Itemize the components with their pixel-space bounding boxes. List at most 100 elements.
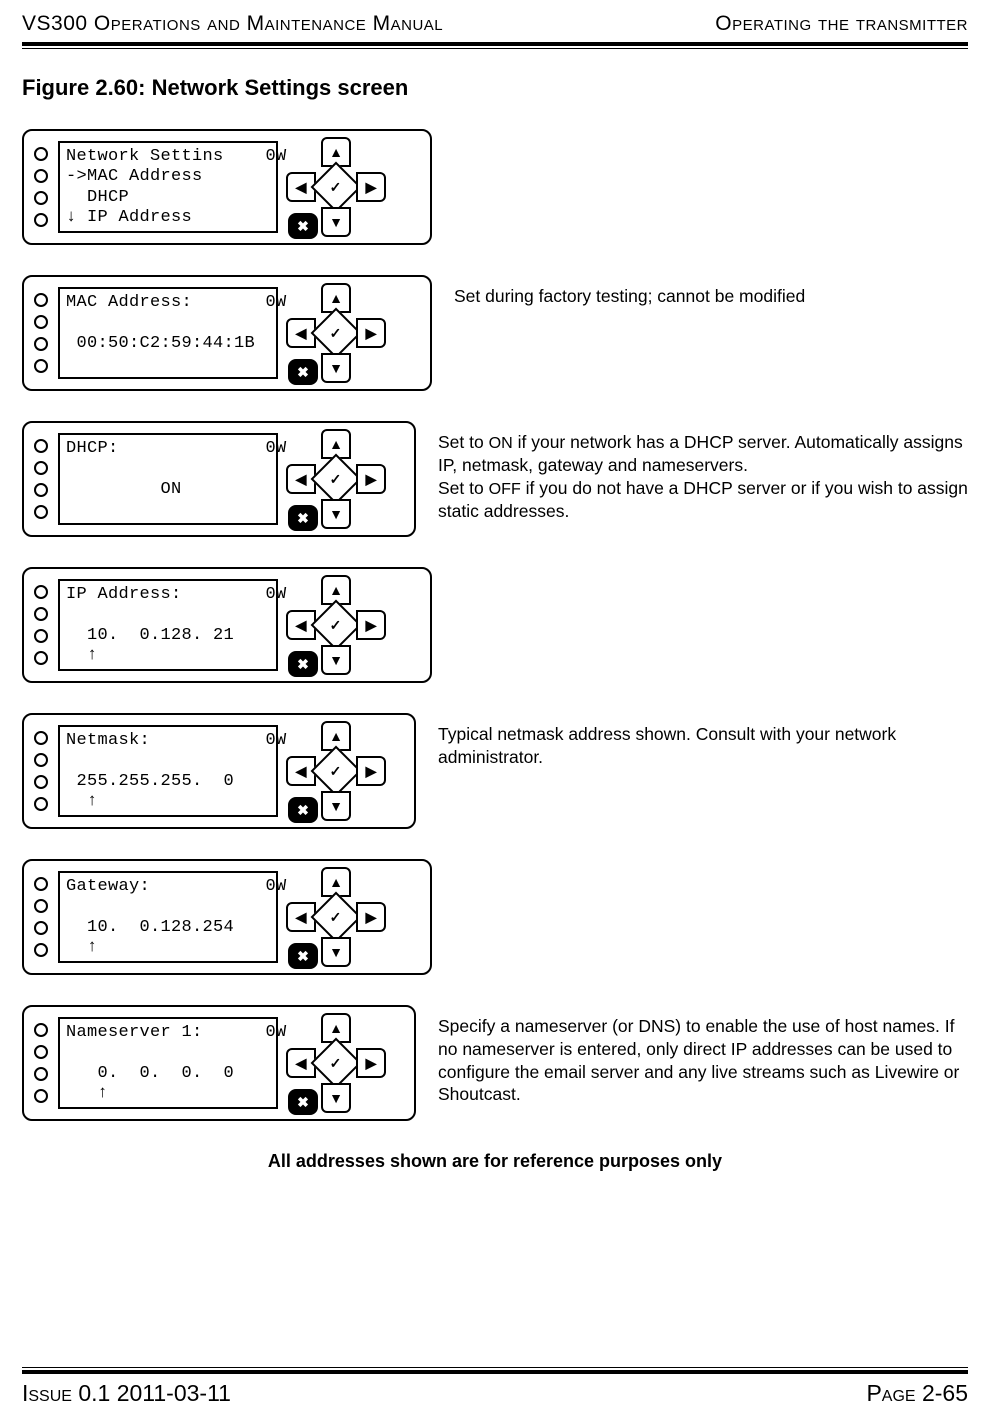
cross-icon xyxy=(297,1094,309,1111)
cross-icon xyxy=(297,364,309,381)
screen-description: Set during factory testing; cannot be mo… xyxy=(454,275,805,308)
nav-dpad xyxy=(286,1013,386,1113)
led-column xyxy=(32,145,50,229)
lcd-display: Netmask: 0W 255.255.255. 0 ↑ xyxy=(58,725,278,817)
device-panel: Netmask: 0W 255.255.255. 0 ↑ xyxy=(22,713,416,829)
right-button[interactable] xyxy=(356,172,386,202)
arrow-up-icon xyxy=(329,728,343,744)
led-indicator xyxy=(34,1089,48,1103)
cancel-button[interactable] xyxy=(288,505,318,531)
down-button[interactable] xyxy=(321,499,351,529)
screen-row: DHCP: 0W ON Set to ON if your network ha… xyxy=(22,421,968,537)
header-rule-thick xyxy=(22,42,968,46)
cross-icon xyxy=(297,218,309,235)
check-icon xyxy=(330,1054,342,1071)
footer-rule-thin xyxy=(22,1367,968,1368)
screen-row: Nameserver 1: 0W 0. 0. 0. 0 ↑ Specify a … xyxy=(22,1005,968,1121)
arrow-up-icon xyxy=(329,1020,343,1036)
nav-dpad xyxy=(286,429,386,529)
lcd-display: Nameserver 1: 0W 0. 0. 0. 0 ↑ xyxy=(58,1017,278,1109)
screen-row: Netmask: 0W 255.255.255. 0 ↑ Typical net… xyxy=(22,713,968,829)
right-button[interactable] xyxy=(356,1048,386,1078)
nav-dpad xyxy=(286,721,386,821)
led-indicator xyxy=(34,461,48,475)
led-indicator xyxy=(34,293,48,307)
arrow-down-icon xyxy=(329,652,343,668)
lcd-display: Gateway: 0W 10. 0.128.254 ↑ xyxy=(58,871,278,963)
right-button[interactable] xyxy=(356,318,386,348)
screen-row: MAC Address: 0W 00:50:C2:59:44:1B Set du… xyxy=(22,275,968,391)
footer-right: Page 2-65 xyxy=(866,1380,968,1407)
check-icon xyxy=(330,616,342,633)
right-button[interactable] xyxy=(356,464,386,494)
led-indicator xyxy=(34,1023,48,1037)
arrow-left-icon xyxy=(296,1055,307,1072)
led-indicator xyxy=(34,921,48,935)
device-panel: Network Settins 0W ->MAC Address DHCP ↓ … xyxy=(22,129,432,245)
down-button[interactable] xyxy=(321,645,351,675)
cross-icon xyxy=(297,510,309,527)
arrow-right-icon xyxy=(366,1055,377,1072)
led-indicator xyxy=(34,797,48,811)
led-column xyxy=(32,583,50,667)
arrow-up-icon xyxy=(329,874,343,890)
led-indicator xyxy=(34,191,48,205)
nav-dpad xyxy=(286,283,386,383)
lcd-display: DHCP: 0W ON xyxy=(58,433,278,525)
down-button[interactable] xyxy=(321,207,351,237)
led-indicator xyxy=(34,775,48,789)
arrow-left-icon xyxy=(296,179,307,196)
cancel-button[interactable] xyxy=(288,359,318,385)
led-indicator xyxy=(34,315,48,329)
right-button[interactable] xyxy=(356,756,386,786)
arrow-right-icon xyxy=(366,179,377,196)
down-button[interactable] xyxy=(321,1083,351,1113)
ok-button[interactable] xyxy=(311,454,362,505)
led-indicator xyxy=(34,213,48,227)
cancel-button[interactable] xyxy=(288,213,318,239)
arrow-left-icon xyxy=(296,909,307,926)
right-button[interactable] xyxy=(356,902,386,932)
ok-button[interactable] xyxy=(311,308,362,359)
arrow-up-icon xyxy=(329,436,343,452)
led-indicator xyxy=(34,147,48,161)
cross-icon xyxy=(297,656,309,673)
arrow-up-icon xyxy=(329,290,343,306)
down-button[interactable] xyxy=(321,937,351,967)
check-icon xyxy=(330,762,342,779)
led-indicator xyxy=(34,337,48,351)
device-panel: IP Address: 0W 10. 0.128. 21 ↑ xyxy=(22,567,432,683)
cross-icon xyxy=(297,948,309,965)
lcd-display: Network Settins 0W ->MAC Address DHCP ↓ … xyxy=(58,141,278,233)
down-button[interactable] xyxy=(321,791,351,821)
arrow-left-icon xyxy=(296,617,307,634)
device-panel: Nameserver 1: 0W 0. 0. 0. 0 ↑ xyxy=(22,1005,416,1121)
led-indicator xyxy=(34,877,48,891)
cancel-button[interactable] xyxy=(288,943,318,969)
led-indicator xyxy=(34,439,48,453)
screen-row: IP Address: 0W 10. 0.128. 21 ↑ xyxy=(22,567,968,683)
led-column xyxy=(32,729,50,813)
arrow-down-icon xyxy=(329,506,343,522)
cancel-button[interactable] xyxy=(288,1089,318,1115)
led-column xyxy=(32,291,50,375)
cancel-button[interactable] xyxy=(288,651,318,677)
check-icon xyxy=(330,470,342,487)
lcd-display: MAC Address: 0W 00:50:C2:59:44:1B xyxy=(58,287,278,379)
ok-button[interactable] xyxy=(311,162,362,213)
led-indicator xyxy=(34,359,48,373)
reference-note: All addresses shown are for reference pu… xyxy=(22,1151,968,1172)
arrow-down-icon xyxy=(329,214,343,230)
down-button[interactable] xyxy=(321,353,351,383)
ok-button[interactable] xyxy=(311,892,362,943)
right-button[interactable] xyxy=(356,610,386,640)
ok-button[interactable] xyxy=(311,1038,362,1089)
cancel-button[interactable] xyxy=(288,797,318,823)
ok-button[interactable] xyxy=(311,600,362,651)
screen-description: Set to ON if your network has a DHCP ser… xyxy=(438,421,968,522)
check-icon xyxy=(330,908,342,925)
ok-button[interactable] xyxy=(311,746,362,797)
screen-row: Gateway: 0W 10. 0.128.254 ↑ xyxy=(22,859,968,975)
header-rule-thin xyxy=(22,48,968,49)
led-indicator xyxy=(34,753,48,767)
